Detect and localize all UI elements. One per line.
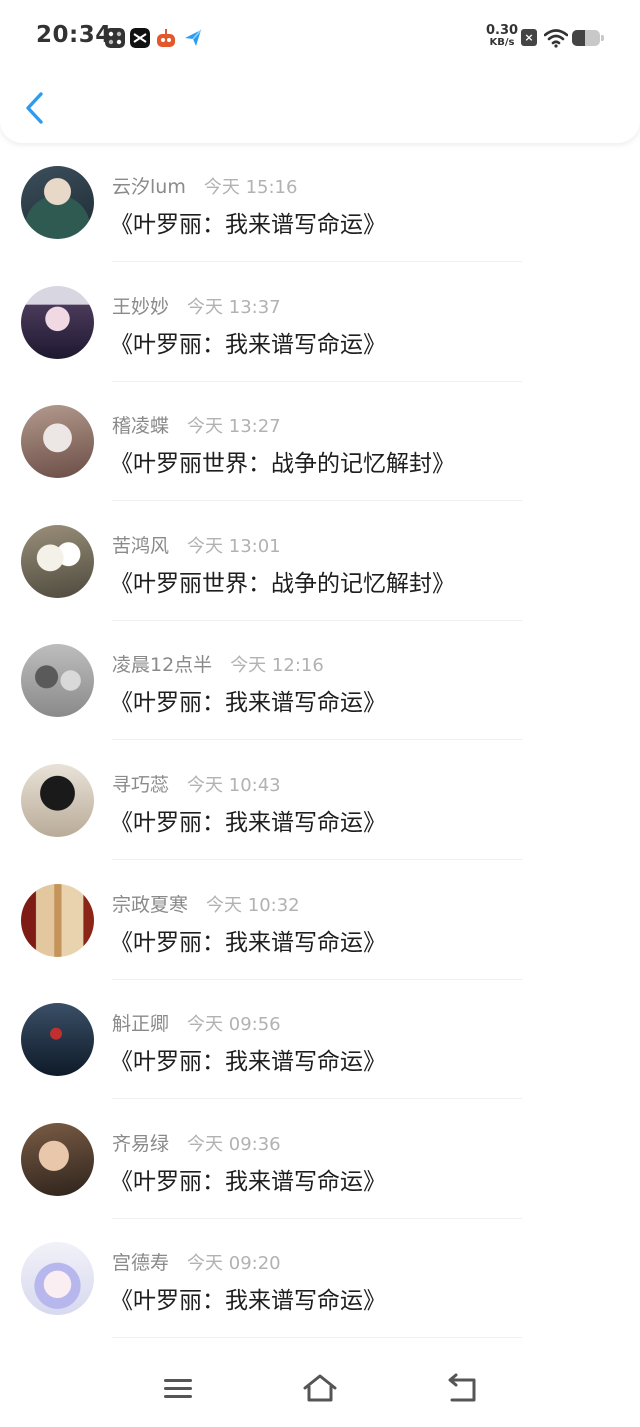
- username-text[interactable]: 宗政夏寒: [112, 894, 188, 916]
- username-text[interactable]: 苦鸿风: [112, 535, 169, 557]
- status-time: 20:34: [36, 22, 112, 48]
- comment-username: 寻巧蕊 今天 10:43: [112, 770, 281, 797]
- comment-timestamp: 今天 15:16: [203, 177, 298, 198]
- system-back-button[interactable]: [444, 1372, 480, 1406]
- comment-book-title[interactable]: 《叶罗丽：我来谱写命运》: [110, 1042, 386, 1076]
- comment-item[interactable]: 宫德寿 今天 09:20 《叶罗丽：我来谱写命运》: [0, 1219, 640, 1339]
- comment-timestamp: 今天 12:16: [230, 655, 324, 677]
- system-nav-bar: [0, 1350, 640, 1427]
- avatar[interactable]: [21, 1122, 94, 1196]
- battery-icon: [572, 30, 600, 46]
- comment-item[interactable]: 齐易绿 今天 09:36 《叶罗丽：我来谱写命运》: [0, 1100, 640, 1220]
- network-speed-unit: KB/s: [489, 37, 515, 48]
- comment-timestamp: 今天 10:32: [206, 894, 300, 916]
- comment-book-title[interactable]: 《叶罗丽：我来谱写命运》: [110, 803, 386, 837]
- avatar[interactable]: [21, 524, 94, 598]
- battery-level: [572, 30, 585, 46]
- username-text[interactable]: 稽凌蝶: [112, 415, 169, 437]
- comment-timestamp: 今天 13:37: [187, 296, 281, 318]
- username-text[interactable]: 云汐lum: [112, 176, 186, 198]
- comment-book-title[interactable]: 《叶罗丽世界：战争的记忆解封》: [110, 564, 455, 598]
- back-button[interactable]: [18, 86, 54, 130]
- comment-item[interactable]: 宗政夏寒 今天 10:32 《叶罗丽：我来谱写命运》: [0, 861, 640, 981]
- comment-username: 稽凌蝶 今天 13:27: [112, 411, 281, 438]
- battery-tip: [601, 35, 604, 41]
- gallery-app-icon: [105, 28, 125, 48]
- avatar[interactable]: [21, 763, 94, 837]
- comment-username: 王妙妙 今天 13:37: [112, 292, 281, 319]
- comment-book-title[interactable]: 《叶罗丽：我来谱写命运》: [110, 683, 386, 717]
- capcut-app-icon: [130, 28, 150, 48]
- wifi-icon: [544, 29, 568, 48]
- comment-timestamp: 今天 09:20: [187, 1253, 281, 1275]
- chevron-left-icon: [26, 92, 43, 124]
- comment-item[interactable]: 王妙妙 今天 13:37 《叶罗丽：我来谱写命运》: [0, 263, 640, 383]
- username-text[interactable]: 凌晨12点半: [112, 654, 212, 676]
- menu-button[interactable]: [160, 1372, 196, 1406]
- comment-timestamp: 今天 10:43: [187, 774, 281, 796]
- comment-username: 斛正卿 今天 09:56: [112, 1009, 281, 1036]
- comment-timestamp: 今天 09:56: [187, 1014, 281, 1036]
- comment-timestamp: 今天 13:27: [187, 416, 281, 438]
- comment-timestamp: 今天 13:01: [187, 535, 281, 557]
- comment-item[interactable]: 苦鸿风 今天 13:01 《叶罗丽世界：战争的记忆解封》: [0, 502, 640, 622]
- username-text[interactable]: 宫德寿: [112, 1252, 169, 1274]
- avatar[interactable]: [21, 285, 94, 359]
- avatar[interactable]: [21, 1242, 94, 1316]
- comment-item[interactable]: 稽凌蝶 今天 13:27 《叶罗丽世界：战争的记忆解封》: [0, 382, 640, 502]
- comment-username: 宫德寿 今天 09:20: [112, 1248, 281, 1275]
- comment-item[interactable]: 云汐lum 今天 15:16 《叶罗丽：我来谱写命运》: [0, 143, 640, 263]
- avatar[interactable]: [21, 405, 94, 479]
- avatar[interactable]: [21, 883, 94, 957]
- send-app-icon: [185, 29, 202, 46]
- comment-username: 云汐lum 今天 15:16: [112, 172, 297, 199]
- comment-username: 宗政夏寒 今天 10:32: [112, 890, 300, 917]
- username-text[interactable]: 齐易绿: [112, 1133, 169, 1155]
- avatar[interactable]: [21, 644, 94, 718]
- username-text[interactable]: 寻巧蕊: [112, 774, 169, 796]
- game-app-icon: [157, 29, 175, 47]
- network-speed: 0.30 KB/s: [486, 23, 519, 49]
- back-icon: [448, 1373, 476, 1402]
- comment-book-title[interactable]: 《叶罗丽：我来谱写命运》: [110, 1162, 386, 1196]
- comment-timestamp: 今天 09:36: [187, 1133, 281, 1155]
- home-button[interactable]: [302, 1372, 338, 1406]
- avatar[interactable]: [21, 166, 94, 239]
- comment-book-title[interactable]: 《叶罗丽世界：战争的记忆解封》: [110, 444, 455, 478]
- comment-book-title[interactable]: 《叶罗丽：我来谱写命运》: [110, 325, 386, 359]
- comment-username: 齐易绿 今天 09:36: [112, 1129, 281, 1156]
- status-bar: 20:34 0.30 KB/s ×: [0, 0, 640, 76]
- comment-username: 苦鸿风 今天 13:01: [112, 531, 281, 558]
- home-icon: [303, 1374, 337, 1402]
- comment-list: 云汐lum 今天 15:16 《叶罗丽：我来谱写命运》 王妙妙 今天 13:37 《叶罗丽…: [0, 143, 640, 1339]
- comment-item[interactable]: 寻巧蕊 今天 10:43 《叶罗丽：我来谱写命运》: [0, 741, 640, 861]
- menu-icon: [164, 1379, 192, 1398]
- sim-off-icon: ×: [521, 29, 537, 46]
- comment-item[interactable]: 凌晨12点半 今天 12:16 《叶罗丽：我来谱写命运》: [0, 621, 640, 741]
- comment-book-title[interactable]: 《叶罗丽：我来谱写命运》: [110, 205, 386, 239]
- comment-book-title[interactable]: 《叶罗丽：我来谱写命运》: [110, 923, 386, 957]
- network-speed-value: 0.30: [486, 23, 519, 38]
- username-text[interactable]: 斛正卿: [112, 1013, 169, 1035]
- divider: [112, 1337, 522, 1339]
- username-text[interactable]: 王妙妙: [112, 296, 169, 318]
- top-bar: 20:34 0.30 KB/s ×: [0, 0, 640, 143]
- comment-username: 凌晨12点半 今天 12:16: [112, 650, 324, 677]
- comment-item[interactable]: 斛正卿 今天 09:56 《叶罗丽：我来谱写命运》: [0, 980, 640, 1100]
- avatar[interactable]: [21, 1003, 94, 1077]
- comment-book-title[interactable]: 《叶罗丽：我来谱写命运》: [110, 1281, 386, 1315]
